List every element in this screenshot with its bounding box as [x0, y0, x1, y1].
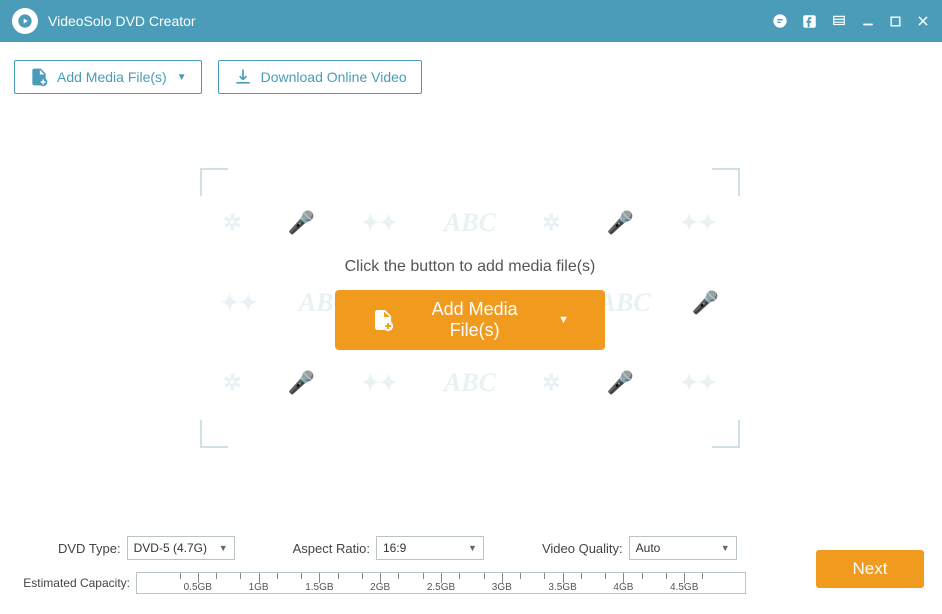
- film-icon: ✲: [223, 210, 241, 236]
- ruler-tick-label: 3.5GB: [548, 582, 576, 593]
- mic-icon: 🎤: [288, 210, 315, 236]
- ruler-tick-label: 1.5GB: [305, 582, 333, 593]
- ruler-tick-label: 4.5GB: [670, 582, 698, 593]
- aspect-ratio-label: Aspect Ratio:: [293, 541, 370, 556]
- video-quality-value: Auto: [636, 541, 661, 555]
- stars-icon: ✦✦: [361, 370, 398, 396]
- close-icon[interactable]: [916, 14, 930, 28]
- ruler-tick-label: 4GB: [613, 582, 633, 593]
- mic-icon: 🎤: [692, 290, 719, 316]
- corner-bracket: [712, 168, 740, 196]
- next-button[interactable]: Next: [816, 550, 924, 588]
- facebook-icon[interactable]: [802, 14, 817, 29]
- ruler-tick-label: 2.5GB: [427, 582, 455, 593]
- file-add-icon: [371, 307, 395, 333]
- dvd-type-label: DVD Type:: [58, 541, 121, 556]
- ruler-tick-label: 1GB: [249, 582, 269, 593]
- ruler-tick-label: 2GB: [370, 582, 390, 593]
- abc-watermark: ABC: [444, 208, 496, 238]
- chevron-down-icon: ▼: [177, 72, 187, 83]
- toolbar: Add Media File(s) ▼ Download Online Vide…: [0, 42, 942, 112]
- add-media-label: Add Media File(s): [57, 69, 167, 85]
- corner-bracket: [712, 420, 740, 448]
- chevron-down-icon: ▼: [468, 543, 477, 553]
- add-media-button[interactable]: Add Media File(s) ▼: [14, 60, 202, 94]
- chat-icon[interactable]: [772, 13, 788, 29]
- maximize-icon[interactable]: [889, 15, 902, 28]
- download-icon: [233, 67, 253, 87]
- app-logo: [12, 8, 38, 34]
- bottom-panel: DVD Type: DVD-5 (4.7G) ▼ Aspect Ratio: 1…: [0, 526, 942, 614]
- minimize-icon[interactable]: [861, 14, 875, 28]
- chevron-down-icon: ▼: [721, 543, 730, 553]
- watermark-row: ✲ 🎤 ✦✦ ABC ✲ 🎤 ✦✦: [200, 208, 740, 238]
- stars-icon: ✦✦: [680, 210, 717, 236]
- dvd-type-value: DVD-5 (4.7G): [134, 541, 207, 555]
- file-add-icon: [29, 67, 49, 87]
- app-title: VideoSolo DVD Creator: [48, 13, 196, 29]
- chevron-down-icon: ▼: [558, 314, 569, 326]
- capacity-label: Estimated Capacity:: [14, 576, 136, 590]
- ruler-tick-label: 0.5GB: [184, 582, 212, 593]
- capacity-row: Estimated Capacity: 0.5GB 1GB 1.5GB 2GB 2.5G…: [14, 572, 928, 594]
- video-quality-select[interactable]: Auto ▼: [629, 536, 737, 560]
- chevron-down-icon: ▼: [219, 543, 228, 553]
- download-video-button[interactable]: Download Online Video: [218, 60, 422, 94]
- download-video-label: Download Online Video: [261, 69, 407, 85]
- corner-bracket: [200, 168, 228, 196]
- drop-instruction: Click the button to add media file(s): [200, 258, 740, 276]
- mic-icon: 🎤: [607, 210, 634, 236]
- abc-watermark: ABC: [599, 288, 651, 318]
- add-media-big-label: Add Media File(s): [409, 299, 540, 341]
- drop-area: ✲ 🎤 ✦✦ ABC ✲ 🎤 ✦✦ ✦✦ ABC ✲ 🎤 ✦✦ ABC 🎤 ✲ …: [200, 168, 740, 448]
- capacity-ruler: 0.5GB 1GB 1.5GB 2GB 2.5GB 3GB 3.5GB 4GB 4.5GB: [136, 572, 746, 594]
- watermark-row: ✲ 🎤 ✦✦ ABC ✲ 🎤 ✦✦: [200, 368, 740, 398]
- mic-icon: 🎤: [288, 370, 315, 396]
- aspect-ratio-value: 16:9: [383, 541, 406, 555]
- menu-icon[interactable]: [831, 14, 847, 28]
- abc-watermark: ABC: [444, 368, 496, 398]
- stars-icon: ✦✦: [680, 370, 717, 396]
- title-bar: VideoSolo DVD Creator: [0, 0, 942, 42]
- film-icon: ✲: [542, 210, 560, 236]
- stars-icon: ✦✦: [361, 210, 398, 236]
- film-icon: ✲: [223, 370, 241, 396]
- video-quality-label: Video Quality:: [542, 541, 623, 556]
- add-media-big-button[interactable]: Add Media File(s) ▼: [335, 290, 605, 350]
- ruler-tick-label: 3GB: [492, 582, 512, 593]
- mic-icon: 🎤: [607, 370, 634, 396]
- stars-icon: ✦✦: [221, 290, 258, 316]
- film-icon: ✲: [542, 370, 560, 396]
- aspect-ratio-select[interactable]: 16:9 ▼: [376, 536, 484, 560]
- options-row: DVD Type: DVD-5 (4.7G) ▼ Aspect Ratio: 1…: [14, 536, 928, 560]
- dvd-type-select[interactable]: DVD-5 (4.7G) ▼: [127, 536, 235, 560]
- corner-bracket: [200, 420, 228, 448]
